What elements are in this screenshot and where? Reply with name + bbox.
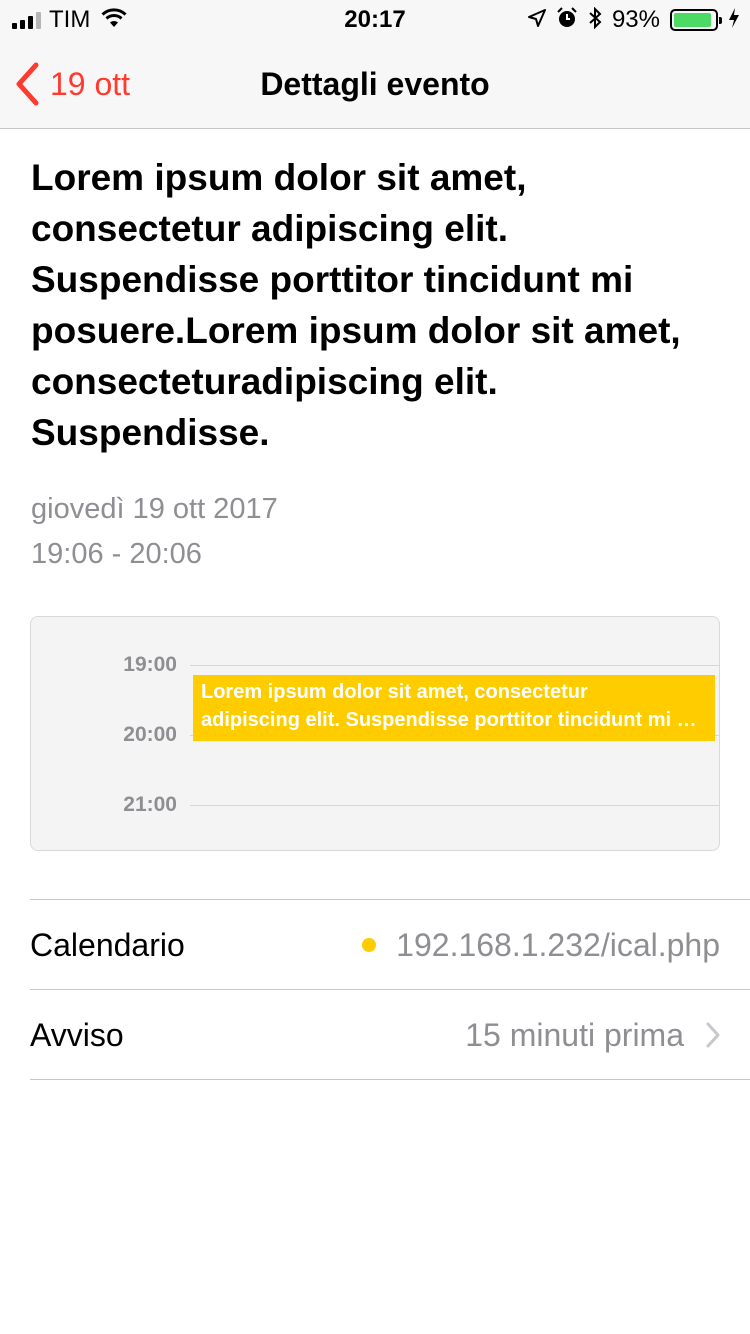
alert-label: Avviso (30, 1016, 124, 1053)
timeline-event-block[interactable]: Lorem ipsum dolor sit amet, consectetur … (193, 675, 715, 741)
status-right: 93% (527, 6, 740, 34)
event-time-range: 19:06 - 20:06 (31, 538, 202, 570)
alert-value-group: 15 minuti prima (465, 1017, 720, 1054)
alert-value: 15 minuti prima (465, 1016, 684, 1053)
hour-label-19: 19:00 (123, 653, 177, 676)
hour-label-21: 21:00 (123, 793, 177, 816)
location-icon (527, 8, 546, 32)
chevron-right-icon (706, 1022, 720, 1048)
event-date: giovedì 19 ott 2017 (31, 493, 278, 525)
status-bar: TIM 20:17 93% (0, 0, 750, 40)
page-title: Dettagli evento (260, 66, 490, 102)
alarm-icon (556, 6, 578, 34)
hour-line (190, 665, 719, 666)
calendar-row: Calendario 192.168.1.232/ical.php (30, 900, 720, 990)
battery-level-fill (674, 13, 712, 27)
alert-row[interactable]: Avviso 15 minuti prima (30, 990, 720, 1080)
calendar-label: Calendario (30, 926, 185, 963)
bluetooth-icon (588, 6, 602, 34)
day-timeline-preview[interactable]: 19:00 20:00 21:00 Lorem ipsum dolor sit … (30, 616, 720, 851)
battery-icon (670, 9, 722, 31)
battery-percent: 93% (611, 6, 660, 33)
separator (30, 1079, 750, 1080)
calendar-source: 192.168.1.232/ical.php (396, 926, 720, 963)
hour-label-20: 20:00 (123, 723, 177, 746)
calendar-color-dot (362, 938, 377, 952)
calendar-value: 192.168.1.232/ical.php (362, 927, 720, 964)
charging-icon (728, 7, 740, 34)
navigation-bar: 19 ott Dettagli evento (0, 40, 750, 129)
timeline-event-text-line1: Lorem ipsum dolor sit amet, consectetur (201, 681, 588, 703)
event-title: Lorem ipsum dolor sit amet, consectetur … (31, 157, 681, 453)
hour-line (190, 805, 719, 806)
timeline-event-text-line2: adipiscing elit. Suspendisse porttitor t… (201, 709, 707, 731)
